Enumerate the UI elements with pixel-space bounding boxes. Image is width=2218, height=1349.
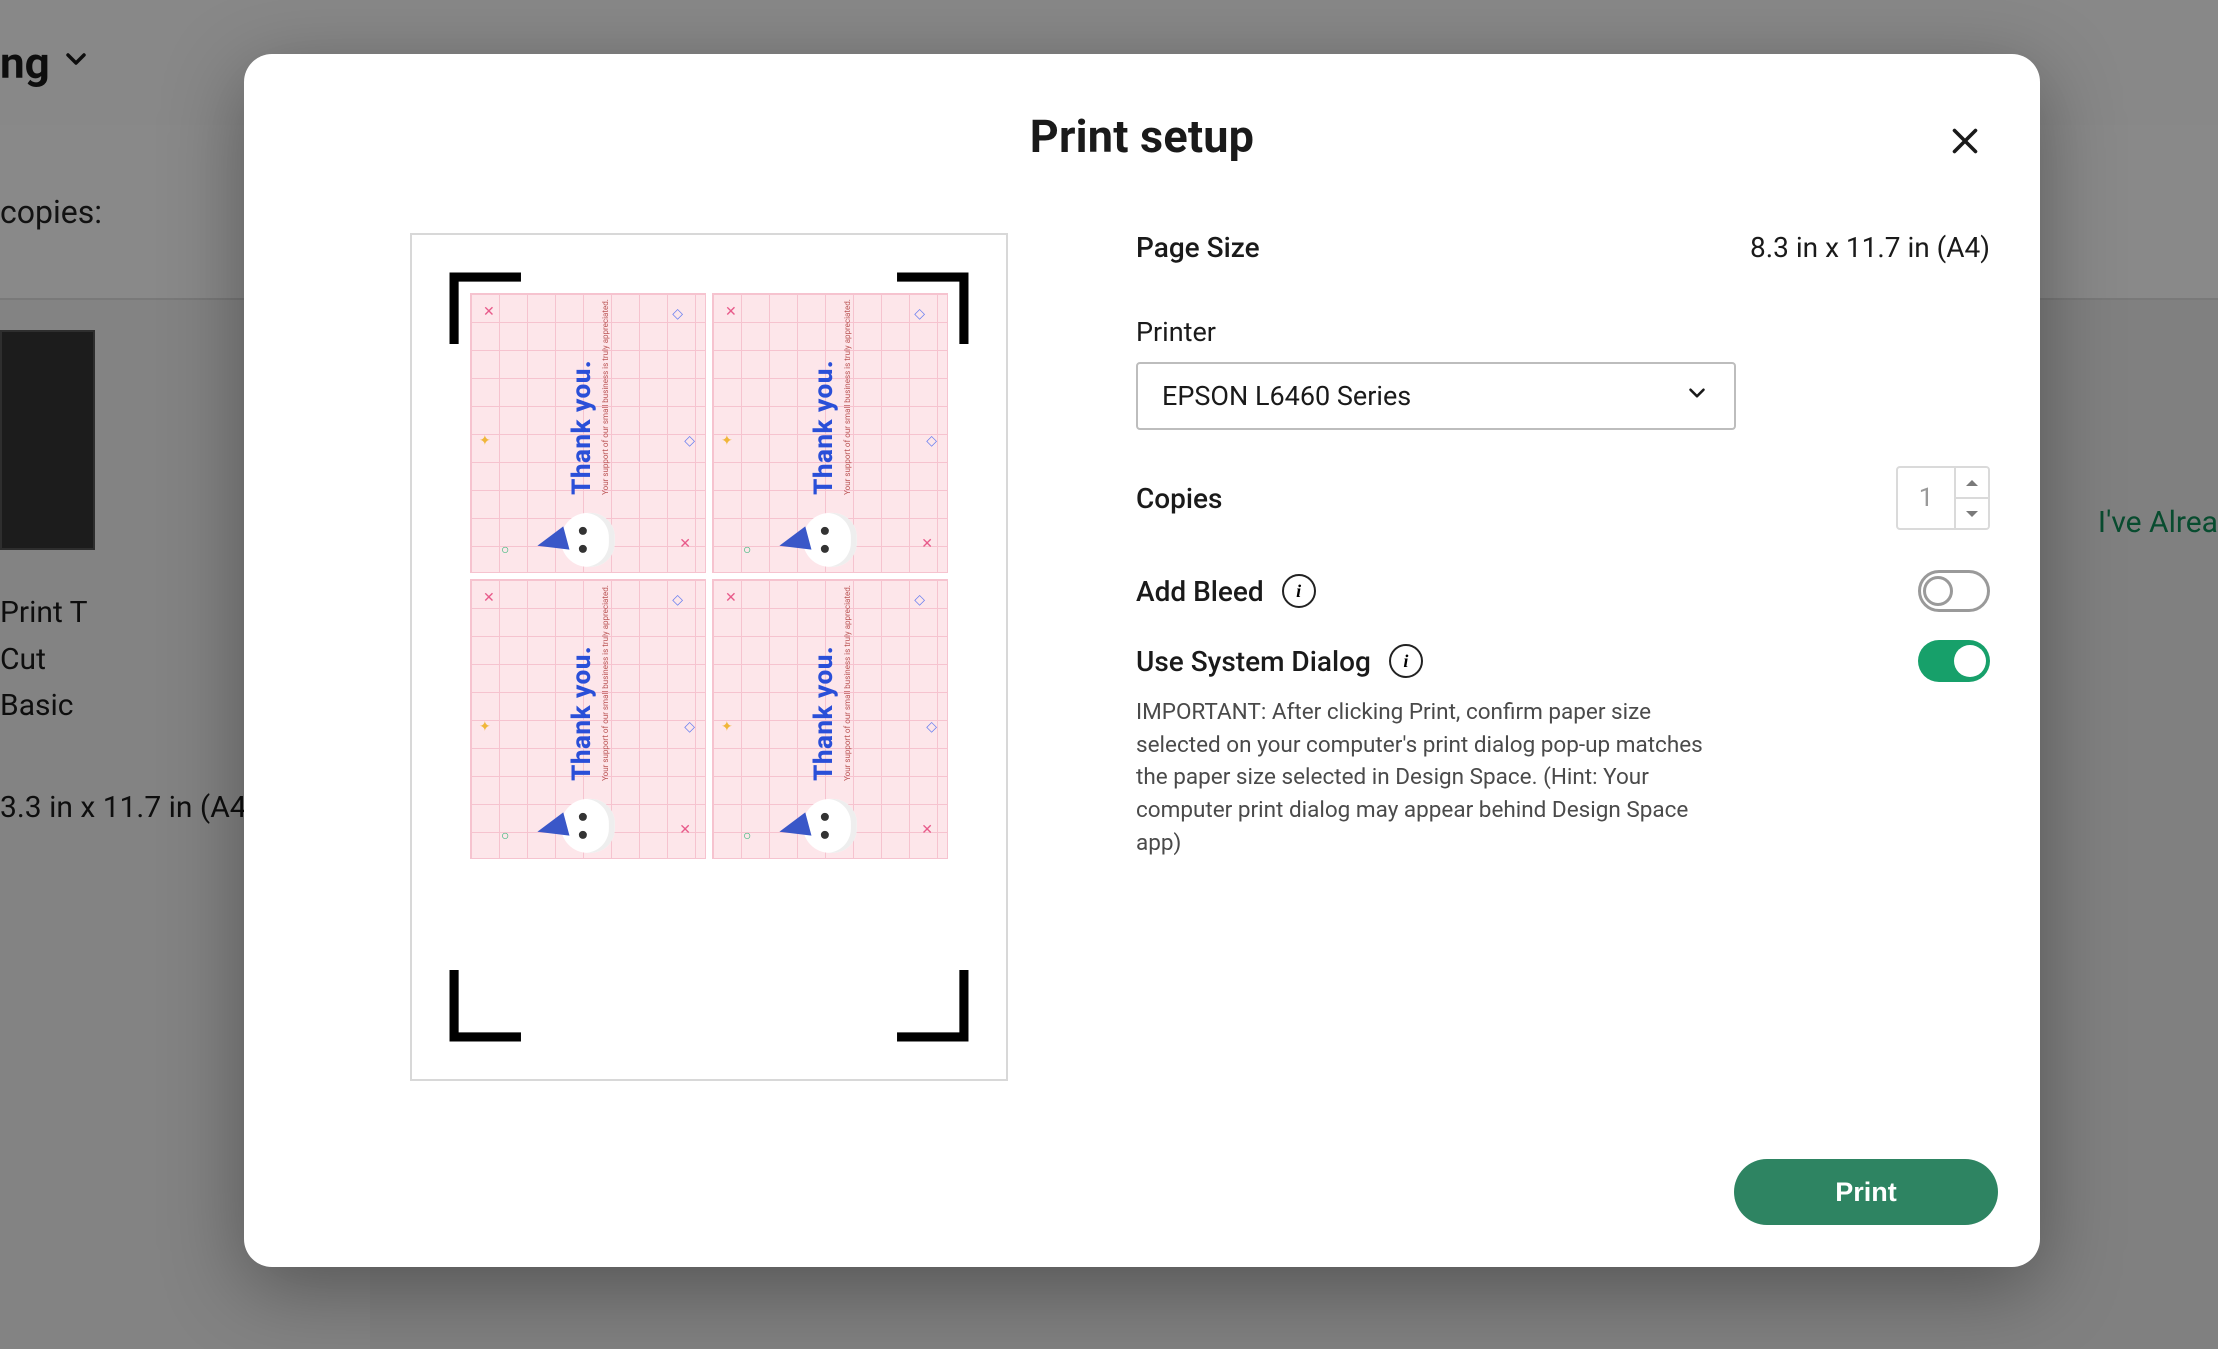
system-dialog-warning: IMPORTANT: After clicking Print, confirm…: [1136, 696, 1736, 859]
ghost-icon: [561, 799, 615, 853]
card-headline: Thank you.: [809, 585, 839, 781]
add-bleed-toggle[interactable]: [1918, 570, 1990, 612]
ghost-icon: [561, 513, 615, 567]
preview-column: ✕◇○✕✦◇ Thank you. Your support of our sm…: [294, 203, 1124, 1159]
card-headline: Thank you.: [567, 299, 597, 495]
close-icon: [1947, 123, 1983, 159]
caret-up-icon: [1965, 478, 1979, 488]
page-size-value: 8.3 in x 11.7 in (A4): [1750, 231, 1990, 264]
card-subline: Your support of our small business is tr…: [601, 299, 610, 495]
card-subline: Your support of our small business is tr…: [843, 585, 852, 781]
crop-mark-bottom-right: [894, 967, 970, 1043]
card-headline: Thank you.: [567, 585, 597, 781]
use-system-dialog-label: Use System Dialog: [1136, 645, 1371, 678]
close-button[interactable]: [1940, 116, 1990, 166]
crop-mark-bottom-left: [448, 967, 524, 1043]
use-system-dialog-toggle[interactable]: [1918, 640, 1990, 682]
copies-step-up[interactable]: [1956, 468, 1988, 499]
preview-card: ✕◇○✕✦◇ Thank you. Your support of our sm…: [470, 293, 706, 573]
preview-card: ✕◇○✕✦◇ Thank you. Your support of our sm…: [470, 579, 706, 859]
bg-topbar-title: ng: [0, 37, 50, 89]
print-button[interactable]: Print: [1734, 1159, 1998, 1225]
bg-mat-thumbnail: [0, 330, 95, 550]
copies-label: Copies: [1136, 482, 1222, 515]
bg-already-printed-link: I've Alrea: [2098, 505, 2218, 540]
card-headline: Thank you.: [809, 299, 839, 495]
card-subline: Your support of our small business is tr…: [601, 585, 610, 781]
settings-column: Page Size 8.3 in x 11.7 in (A4) Printer …: [1124, 203, 1990, 1159]
chevron-down-icon: [1684, 380, 1710, 413]
preview-card: ✕◇○✕✦◇ Thank you. Your support of our sm…: [712, 293, 948, 573]
print-setup-modal: Print setup ✕◇○✕✦◇ Tha: [244, 54, 2040, 1267]
bg-copies-label: copies:: [0, 193, 102, 231]
ghost-icon: [803, 513, 857, 567]
info-icon[interactable]: i: [1389, 644, 1423, 678]
chevron-down-icon: [60, 42, 92, 84]
info-icon[interactable]: i: [1282, 574, 1316, 608]
copies-step-down[interactable]: [1956, 499, 1988, 528]
modal-title: Print setup: [304, 110, 1980, 163]
copies-stepper[interactable]: 1: [1896, 466, 1990, 530]
add-bleed-label: Add Bleed: [1136, 575, 1264, 608]
preview-card: ✕◇○✕✦◇ Thank you. Your support of our sm…: [712, 579, 948, 859]
printer-selected-value: EPSON L6460 Series: [1162, 380, 1411, 412]
print-preview-page: ✕◇○✕✦◇ Thank you. Your support of our sm…: [410, 233, 1008, 1081]
ghost-icon: [803, 799, 857, 853]
page-size-label: Page Size: [1136, 231, 1260, 264]
printer-label: Printer: [1136, 316, 1990, 348]
copies-value: 1: [1898, 468, 1954, 528]
card-subline: Your support of our small business is tr…: [843, 299, 852, 495]
printer-select[interactable]: EPSON L6460 Series: [1136, 362, 1736, 430]
caret-down-icon: [1965, 509, 1979, 519]
preview-cards-grid: ✕◇○✕✦◇ Thank you. Your support of our sm…: [470, 293, 948, 859]
